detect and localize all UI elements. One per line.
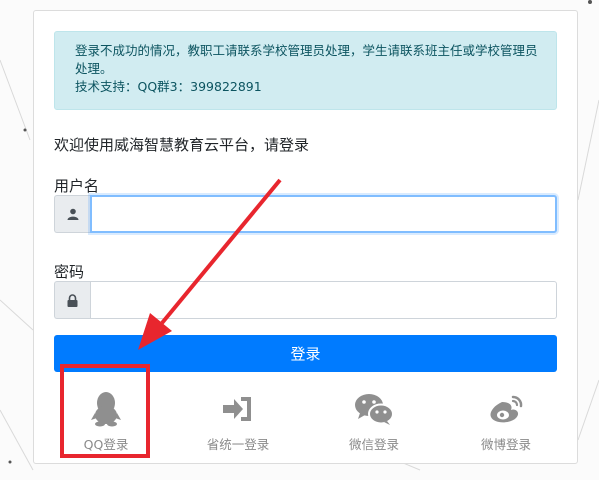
weibo-login-label: 微博登录 [480, 437, 531, 452]
sign-in-icon [218, 389, 258, 429]
welcome-heading: 欢迎使用威海智慧教育云平台，请登录 [54, 136, 310, 154]
login-button[interactable]: 登录 [54, 335, 557, 372]
wechat-login-label: 微信登录 [348, 437, 399, 452]
page: 登录不成功的情况，教职工请联系学校管理员处理，学生请联系班主任或学校管理员处理。… [0, 0, 599, 480]
weibo-icon [486, 389, 526, 429]
alert-message: 登录不成功的情况，教职工请联系学校管理员处理，学生请联系班主任或学校管理员处理。 [75, 43, 538, 76]
qq-login-button[interactable]: QQ登录 [56, 383, 156, 453]
username-label: 用户名 [54, 177, 100, 195]
password-group [54, 281, 557, 319]
username-input[interactable] [90, 195, 557, 233]
lock-icon [54, 281, 90, 319]
wechat-icon [354, 389, 394, 429]
qq-icon [86, 389, 126, 429]
login-card: 登录不成功的情况，教职工请联系学校管理员处理，学生请联系班主任或学校管理员处理。… [33, 10, 578, 464]
user-icon [54, 195, 90, 233]
province-login-button[interactable]: 省统一登录 [188, 383, 288, 453]
info-alert: 登录不成功的情况，教职工请联系学校管理员处理，学生请联系班主任或学校管理员处理。… [54, 31, 557, 110]
password-input[interactable] [90, 281, 557, 319]
alternative-logins: QQ登录 省统一登录 微信登录 微博登录 [34, 383, 579, 453]
province-login-label: 省统一登录 [206, 437, 270, 452]
password-label: 密码 [54, 263, 85, 281]
wechat-login-button[interactable]: 微信登录 [324, 383, 424, 453]
username-group [54, 195, 557, 233]
weibo-login-button[interactable]: 微博登录 [456, 383, 556, 453]
alert-support: 技术支持：QQ群3：399822891 [75, 79, 262, 94]
qq-login-label: QQ登录 [83, 437, 129, 452]
